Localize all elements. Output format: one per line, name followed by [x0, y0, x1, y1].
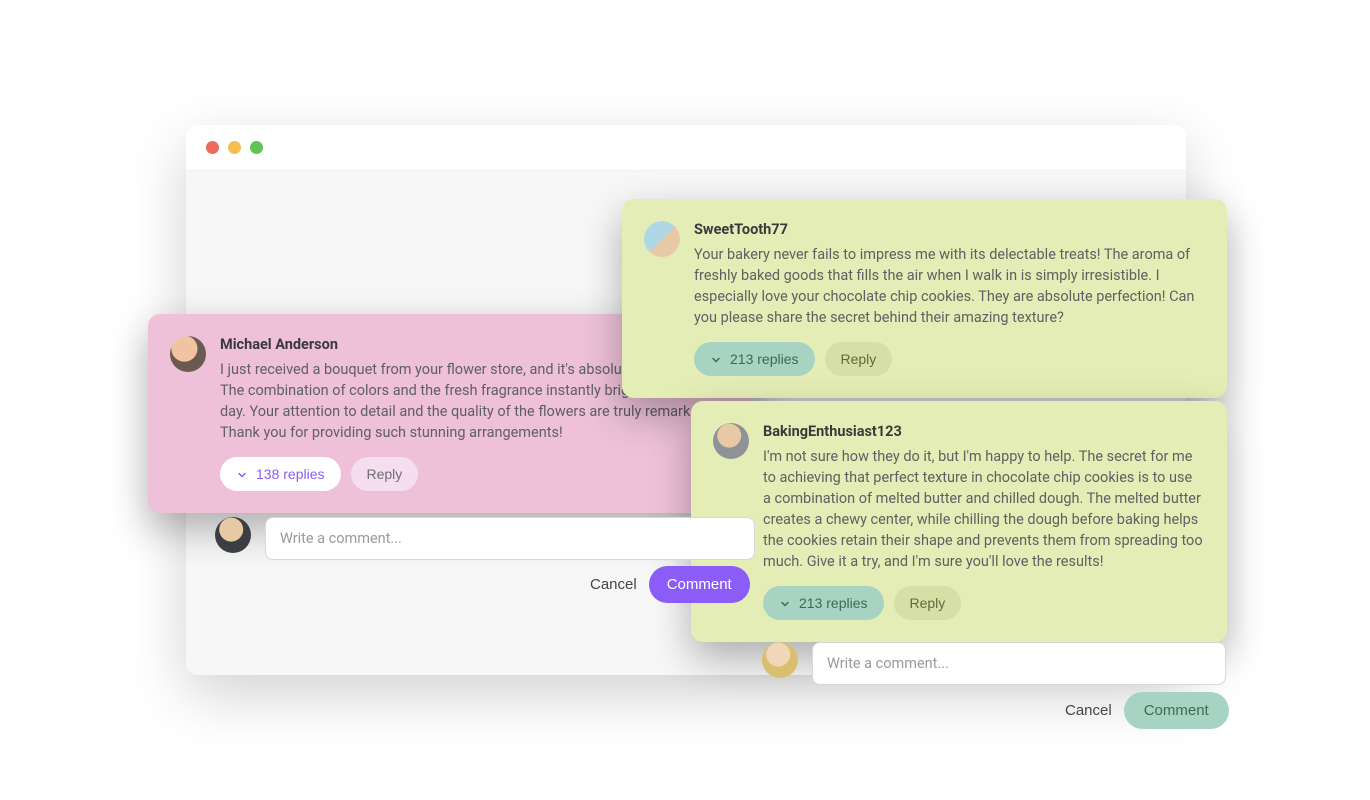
replies-toggle[interactable]: 213 replies [694, 342, 815, 376]
window-controls [206, 141, 263, 154]
maximize-icon[interactable] [250, 141, 263, 154]
cancel-button[interactable]: Cancel [590, 576, 637, 593]
avatar [215, 517, 251, 553]
comment-author: SweetTooth77 [694, 221, 1203, 238]
comment-submit-button[interactable]: Comment [649, 566, 750, 603]
replies-toggle[interactable]: 213 replies [763, 586, 884, 620]
comment-input[interactable]: Write a comment... [265, 517, 755, 560]
replies-toggle[interactable]: 138 replies [220, 457, 341, 491]
chevron-down-icon [236, 468, 248, 480]
chevron-down-icon [779, 597, 791, 609]
minimize-icon[interactable] [228, 141, 241, 154]
compose-actions: Cancel Comment [1065, 692, 1229, 729]
comment-body: Your bakery never fails to impress me wi… [694, 244, 1203, 328]
avatar [762, 642, 798, 678]
reply-button[interactable]: Reply [825, 342, 893, 376]
comment-body: I'm not sure how they do it, but I'm hap… [763, 446, 1203, 572]
replies-count: 213 replies [730, 351, 799, 367]
avatar [644, 221, 680, 257]
avatar [713, 423, 749, 459]
replies-count: 213 replies [799, 595, 868, 611]
chevron-down-icon [710, 353, 722, 365]
reply-label: Reply [910, 595, 946, 611]
comment-card-reply: BakingEnthusiast123 I'm not sure how the… [691, 401, 1227, 642]
window-titlebar [186, 125, 1186, 171]
compose-actions: Cancel Comment [590, 566, 750, 603]
comment-author: BakingEnthusiast123 [763, 423, 1203, 440]
reply-label: Reply [841, 351, 877, 367]
comment-input[interactable]: Write a comment... [812, 642, 1226, 685]
close-icon[interactable] [206, 141, 219, 154]
compose-row: Write a comment... [215, 517, 755, 560]
reply-label: Reply [367, 466, 403, 482]
reply-button[interactable]: Reply [351, 457, 419, 491]
avatar [170, 336, 206, 372]
comment-card-bakery: SweetTooth77 Your bakery never fails to … [622, 199, 1227, 398]
replies-count: 138 replies [256, 466, 325, 482]
reply-button[interactable]: Reply [894, 586, 962, 620]
comment-submit-button[interactable]: Comment [1124, 692, 1229, 729]
compose-row: Write a comment... [762, 642, 1226, 685]
cancel-button[interactable]: Cancel [1065, 702, 1112, 719]
